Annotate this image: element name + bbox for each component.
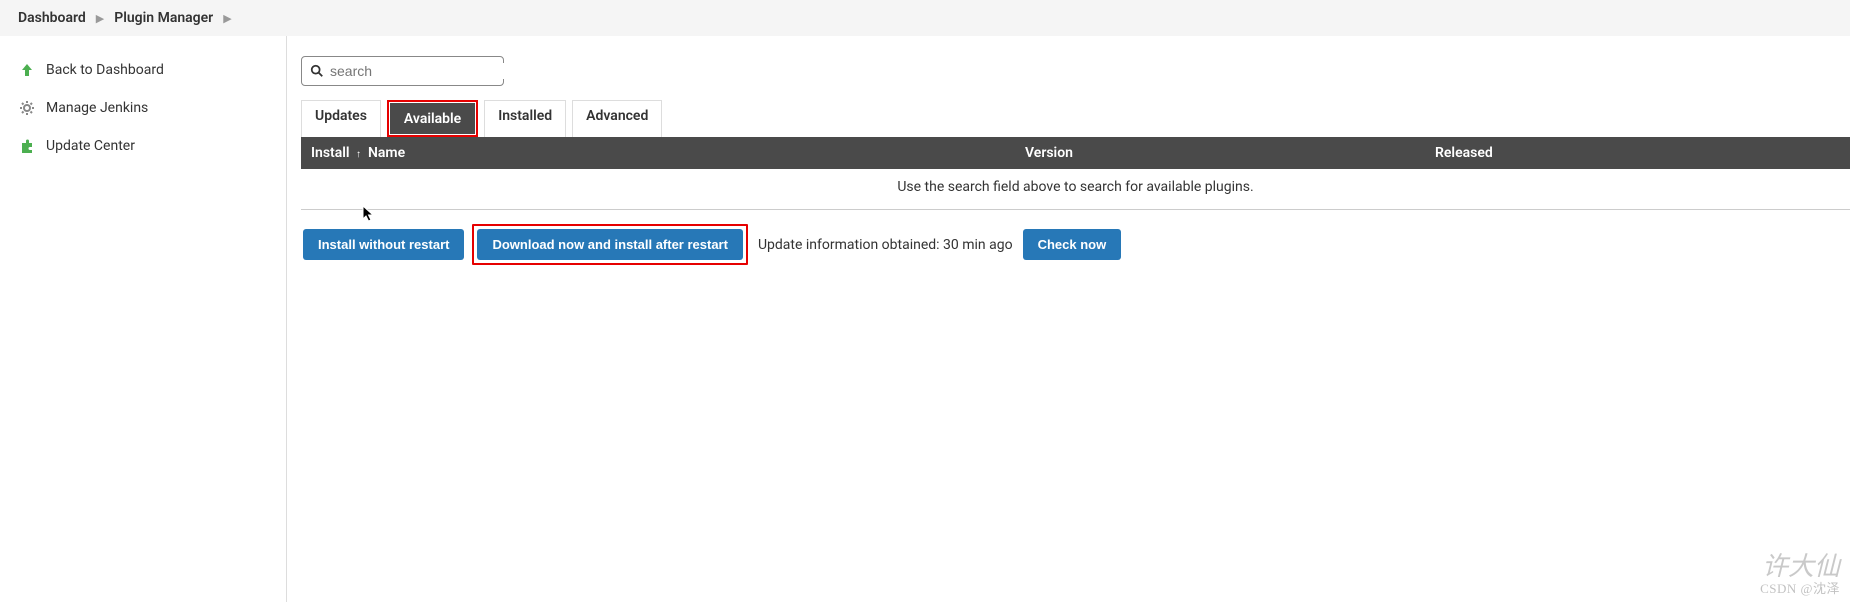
empty-message: Use the search field above to search for… bbox=[301, 169, 1850, 210]
breadcrumb: Dashboard ▶ Plugin Manager ▶ bbox=[0, 0, 1850, 36]
breadcrumb-item-dashboard[interactable]: Dashboard bbox=[18, 10, 86, 26]
tab-available[interactable]: Available bbox=[390, 103, 475, 134]
sidebar-item-label: Manage Jenkins bbox=[46, 100, 148, 116]
sidebar: Back to Dashboard Manage Jenkins Update … bbox=[0, 36, 287, 602]
check-now-button[interactable]: Check now bbox=[1023, 229, 1122, 260]
tab-updates[interactable]: Updates bbox=[301, 100, 381, 137]
tabs: Updates Available Installed Advanced bbox=[301, 100, 1850, 137]
tab-installed[interactable]: Installed bbox=[484, 100, 566, 137]
column-version[interactable]: Version bbox=[1025, 145, 1435, 161]
update-info-text: Update information obtained: 30 min ago bbox=[758, 237, 1013, 253]
highlight-marker: Available bbox=[387, 100, 478, 137]
gear-icon bbox=[18, 99, 36, 117]
arrow-up-icon bbox=[18, 61, 36, 79]
sidebar-item-update-center[interactable]: Update Center bbox=[0, 127, 286, 165]
search-input[interactable] bbox=[330, 63, 511, 79]
highlight-marker: Download now and install after restart bbox=[472, 224, 747, 265]
column-released[interactable]: Released bbox=[1435, 145, 1850, 161]
sort-arrow-icon: ↑ bbox=[356, 149, 361, 160]
install-without-restart-button[interactable]: Install without restart bbox=[303, 229, 464, 260]
action-bar: Install without restart Download now and… bbox=[301, 210, 1850, 265]
column-label: Install bbox=[311, 145, 350, 161]
sidebar-item-manage-jenkins[interactable]: Manage Jenkins bbox=[0, 89, 286, 127]
column-name[interactable]: Name bbox=[366, 145, 1025, 161]
table-header: Install ↑ Name Version Released bbox=[301, 137, 1850, 169]
search-icon bbox=[310, 64, 324, 78]
search-box[interactable] bbox=[301, 56, 504, 86]
column-install[interactable]: Install ↑ bbox=[301, 145, 366, 161]
sidebar-item-label: Back to Dashboard bbox=[46, 62, 164, 78]
tab-advanced[interactable]: Advanced bbox=[572, 100, 662, 137]
chevron-right-icon: ▶ bbox=[96, 12, 104, 25]
sidebar-item-label: Update Center bbox=[46, 138, 135, 154]
sidebar-item-back-dashboard[interactable]: Back to Dashboard bbox=[0, 51, 286, 89]
download-install-after-restart-button[interactable]: Download now and install after restart bbox=[477, 229, 742, 260]
chevron-right-icon: ▶ bbox=[223, 12, 231, 25]
breadcrumb-item-plugin-manager[interactable]: Plugin Manager bbox=[114, 10, 213, 26]
main-content: Updates Available Installed Advanced Ins… bbox=[287, 36, 1850, 602]
puzzle-icon bbox=[18, 137, 36, 155]
